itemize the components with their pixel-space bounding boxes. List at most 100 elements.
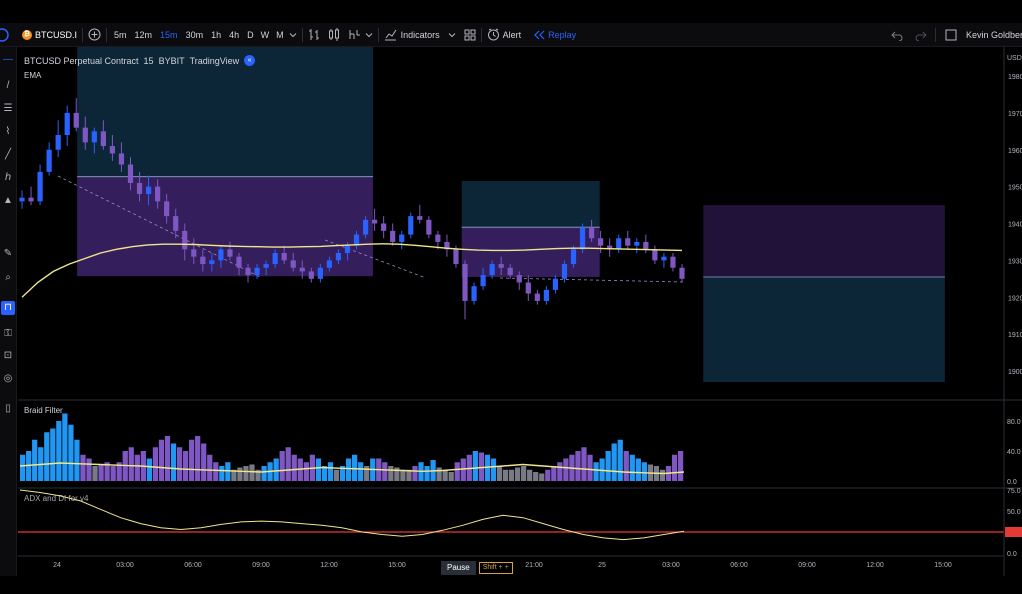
adx-threshold-tag	[1005, 527, 1022, 537]
braid-bar	[182, 451, 189, 481]
time-tick-label: 12:00	[320, 562, 338, 569]
candle-body	[200, 256, 206, 265]
candle-body	[308, 271, 314, 279]
braid-bar	[333, 469, 340, 481]
legend-adx[interactable]: ADX and DI for v4	[24, 494, 88, 503]
braid-bar	[659, 469, 666, 481]
candle-body	[399, 234, 405, 242]
braid-bar	[20, 454, 26, 481]
position-zone-purple	[703, 205, 945, 277]
braid-bar	[44, 432, 50, 481]
price-tick-label: 1950	[1008, 185, 1022, 192]
braid-bar	[629, 454, 635, 481]
braid-bar	[213, 462, 219, 481]
braid-bar	[189, 439, 195, 481]
time-tick-label: 15:00	[934, 562, 952, 569]
braid-bar	[472, 451, 478, 481]
braid-bar	[315, 458, 322, 481]
candle-body	[118, 153, 125, 165]
adx-tick-label: 75.0	[1007, 488, 1021, 495]
braid-bar	[92, 466, 98, 481]
chart-legend: BTCUSD Perpetual Contract 15 BYBIT Tradi…	[24, 55, 256, 66]
braid-bar	[581, 447, 587, 481]
braid-bar	[623, 451, 629, 481]
legend-exchange: BYBIT	[158, 55, 185, 66]
price-tick-label: 1930	[1008, 258, 1022, 265]
braid-bar	[454, 462, 460, 481]
braid-bar	[219, 466, 225, 481]
braid-bar	[514, 467, 521, 481]
candle-body	[534, 293, 540, 301]
braid-bar	[32, 439, 38, 481]
candle-body	[46, 149, 52, 172]
pause-button[interactable]: Pause	[441, 561, 476, 575]
braid-bar	[448, 472, 454, 481]
braid-bar	[261, 466, 267, 481]
braid-bar	[62, 413, 68, 481]
braid-bar	[533, 472, 539, 481]
chart-area[interactable]: USD 1980 1970 1960 1950 1940 1930 1920 1910 1900 8…	[0, 0, 1022, 576]
candle-body	[552, 278, 559, 290]
braid-bar	[50, 428, 56, 481]
braid-bar	[382, 462, 388, 481]
braid-tick-label: 80.0	[1007, 419, 1021, 426]
braid-bar	[243, 466, 249, 481]
price-tick-label: 1910	[1008, 332, 1022, 339]
braid-bar	[527, 469, 533, 481]
braid-bar	[605, 451, 611, 481]
braid-bar	[207, 454, 213, 481]
time-tick-label: 24	[53, 562, 61, 569]
time-tick-label: 03:00	[662, 562, 680, 569]
braid-bar	[279, 451, 285, 481]
adx-tick-label: 50.0	[1007, 509, 1021, 516]
candle-body	[516, 275, 522, 283]
candle-body	[317, 267, 323, 279]
candle-body	[218, 249, 224, 261]
time-tick-label: 21:00	[525, 562, 543, 569]
candle-body	[435, 234, 441, 242]
braid-bar	[508, 469, 515, 481]
price-tick-label: 1980	[1008, 74, 1022, 81]
candle-body	[625, 238, 631, 246]
candle-body	[471, 286, 477, 301]
candle-body	[73, 112, 79, 128]
live-icon[interactable]: «	[244, 55, 256, 66]
trade-path-line	[499, 277, 684, 283]
braid-bar	[285, 447, 291, 481]
braid-bar	[358, 462, 364, 481]
braid-bar	[152, 447, 159, 481]
braid-bar	[551, 466, 557, 481]
braid-bar	[424, 466, 430, 481]
candle-body	[480, 275, 486, 287]
candle-body	[100, 131, 106, 147]
adx-tick-label: 0.0	[1007, 551, 1017, 558]
braid-bar	[201, 443, 207, 481]
braid-bar	[478, 452, 484, 481]
candle-body	[390, 230, 396, 242]
candle-body	[498, 264, 504, 268]
replay-controls: Pause Shift + +	[441, 561, 513, 575]
braid-bar	[303, 462, 309, 481]
legend-braid-filter[interactable]: Braid Filter	[24, 406, 63, 415]
candle-body	[426, 219, 432, 235]
braid-bar	[611, 443, 617, 481]
braid-bar	[502, 469, 509, 481]
legend-symbol: BTCUSD Perpetual Contract	[24, 55, 139, 66]
braid-bar	[74, 439, 80, 481]
braid-bar	[164, 436, 171, 481]
braid-bar	[68, 424, 74, 481]
braid-bar	[291, 454, 297, 481]
braid-bar	[176, 447, 183, 481]
candle-body	[543, 289, 549, 301]
legend-ema[interactable]: EMA	[24, 71, 41, 80]
candle-body	[570, 249, 577, 265]
candle-body	[254, 267, 260, 276]
candle-body	[598, 238, 604, 246]
braid-bar	[490, 458, 497, 481]
candle-body	[236, 256, 242, 268]
braid-bar	[249, 464, 255, 481]
candle-body	[155, 186, 161, 202]
braid-bar	[557, 462, 563, 481]
candle-body	[616, 238, 622, 250]
braid-bar	[677, 451, 684, 481]
